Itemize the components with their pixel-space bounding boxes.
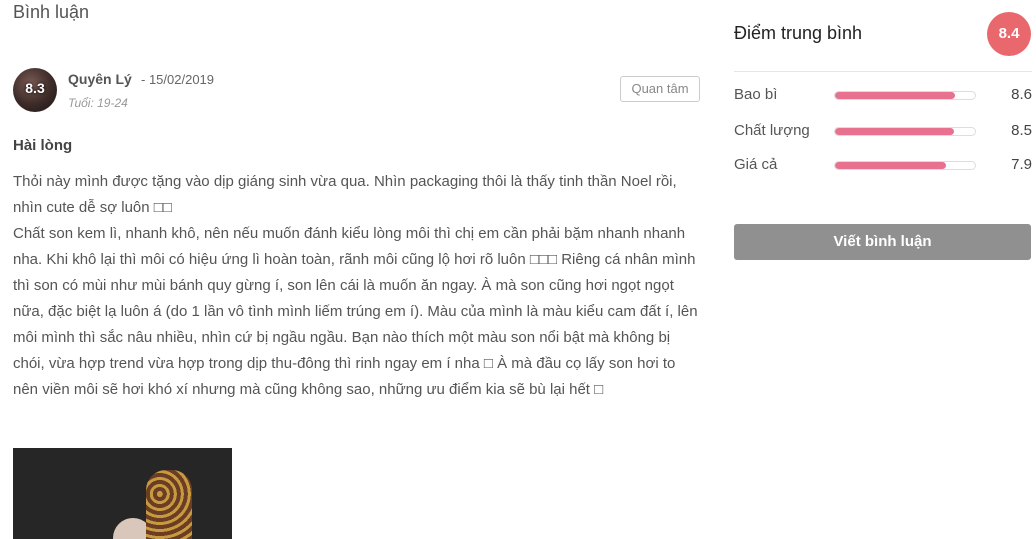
average-score-badge: 8.4 bbox=[987, 12, 1031, 56]
rating-bar-fill bbox=[835, 128, 954, 135]
rating-bar bbox=[834, 161, 976, 170]
rating-value: 7.9 bbox=[1011, 156, 1032, 173]
review-heading: Hài lòng bbox=[13, 137, 73, 154]
rating-label: Giá cả bbox=[734, 156, 778, 173]
rating-row-price: Giá cả 7.9 bbox=[734, 154, 1032, 178]
avatar-score: 8.3 bbox=[25, 80, 45, 96]
review-photo[interactable] bbox=[13, 448, 232, 539]
review-paragraph: Thỏi này mình được tặng vào dịp giáng si… bbox=[13, 173, 677, 216]
review-date: - 15/02/2019 bbox=[141, 72, 215, 87]
rating-label: Chất lượng bbox=[734, 122, 810, 139]
rating-value: 8.5 bbox=[1011, 122, 1032, 139]
section-title: Bình luận bbox=[13, 2, 90, 22]
write-review-button[interactable]: Viết bình luận bbox=[734, 224, 1031, 260]
rating-row-quality: Chất lượng 8.5 bbox=[734, 120, 1032, 144]
rating-bar bbox=[834, 127, 976, 136]
review-paragraph: Chất son kem lì, nhanh khô, nên nếu muốn… bbox=[13, 225, 698, 398]
divider bbox=[734, 71, 1032, 72]
average-title: Điểm trung bình bbox=[734, 23, 863, 43]
user-age: Tuổi: 19-24 bbox=[68, 96, 128, 110]
review-body: Thỏi này mình được tặng vào dịp giáng si… bbox=[13, 169, 703, 403]
rating-bar-fill bbox=[835, 92, 956, 99]
rating-bar-fill bbox=[835, 162, 946, 169]
rating-value: 8.6 bbox=[1011, 86, 1032, 103]
rating-row-packaging: Bao bì 8.6 bbox=[734, 84, 1032, 108]
rating-label: Bao bì bbox=[734, 86, 778, 103]
avatar[interactable]: 8.3 bbox=[13, 68, 57, 112]
photo-lipstick bbox=[146, 470, 192, 539]
rating-bar bbox=[834, 91, 976, 100]
follow-button[interactable]: Quan tâm bbox=[620, 76, 700, 102]
user-name[interactable]: Quyên Lý bbox=[68, 71, 132, 87]
